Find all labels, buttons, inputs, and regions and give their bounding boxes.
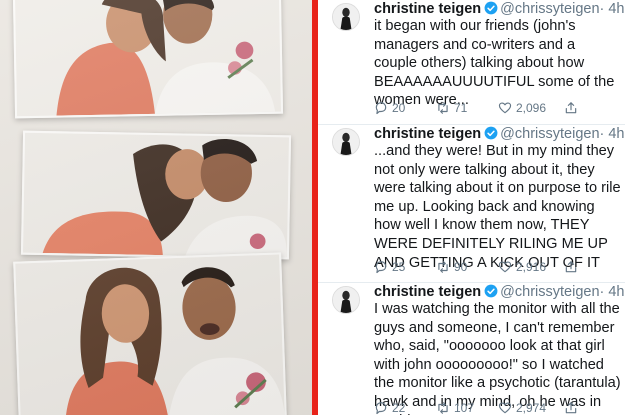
tweet[interactable]: christine teigen @chrissyteigen· 4h I was… (318, 282, 625, 415)
reply-count: 22 (392, 401, 406, 415)
verified-badge-icon (484, 1, 498, 15)
reply-count: 20 (392, 101, 406, 115)
like-count: 2,916 (516, 260, 547, 274)
like-count: 2,974 (516, 401, 547, 415)
reply-icon (375, 102, 387, 115)
reply-button[interactable]: 25 (374, 260, 405, 274)
author-name[interactable]: christine teigen (374, 1, 481, 17)
share-icon (565, 102, 577, 114)
heart-icon (498, 261, 512, 273)
tweet-thread[interactable]: christine teigen @chrissyteigen· 4h it be… (318, 0, 625, 415)
retweet-count: 71 (454, 101, 468, 115)
verified-badge-icon (484, 284, 498, 298)
retweet-icon (438, 261, 448, 273)
photo-frame-2 (20, 130, 292, 260)
heart-icon (498, 102, 512, 114)
tweet-header: christine teigen @chrissyteigen· 4h (374, 0, 625, 18)
tweet-time[interactable]: · 4h (600, 126, 625, 142)
author-handle[interactable]: @chrissyteigen (500, 284, 599, 300)
tweet-text: it began with our friends (john's manage… (374, 18, 615, 109)
photo-frame-1 (12, 0, 284, 119)
reply-count: 25 (392, 260, 406, 274)
tweet-header: christine teigen @chrissyteigen· 4h (374, 283, 625, 301)
retweet-count: 107 (454, 401, 475, 415)
avatar[interactable] (332, 286, 360, 314)
retweet-icon (438, 102, 448, 114)
tweet-time[interactable]: · 4h (600, 284, 625, 300)
verified-badge-icon (484, 126, 498, 140)
share-button[interactable] (564, 101, 578, 115)
heart-icon (498, 402, 512, 414)
like-button[interactable]: 2,916 (498, 260, 546, 274)
reply-button[interactable]: 22 (374, 401, 405, 415)
retweet-button[interactable]: 107 (436, 401, 474, 415)
share-button[interactable] (564, 401, 578, 415)
retweet-button[interactable]: 90 (436, 260, 467, 274)
share-icon (565, 261, 577, 273)
reply-icon (375, 402, 387, 415)
tweet-text: ...and they were! But in my mind they no… (374, 143, 621, 271)
retweet-button[interactable]: 71 (436, 101, 467, 115)
tweet[interactable]: christine teigen @chrissyteigen· 4h ...an… (318, 124, 625, 274)
like-count: 2,096 (516, 101, 547, 115)
tweet-header: christine teigen @chrissyteigen· 4h (374, 125, 625, 143)
retweet-count: 90 (454, 260, 468, 274)
tweet-time[interactable]: · 4h (600, 1, 625, 17)
tweet-actions: 20 71 2,096 (374, 101, 614, 117)
photo-frame-3 (13, 252, 287, 415)
like-button[interactable]: 2,974 (498, 401, 546, 415)
retweet-icon (438, 402, 448, 414)
tweet-actions: 25 90 2,916 (374, 260, 614, 276)
share-icon (565, 402, 577, 414)
avatar[interactable] (332, 3, 360, 31)
photo-booth-image (0, 0, 312, 415)
avatar[interactable] (332, 128, 360, 156)
tweet-text: I was watching the monitor with all the … (374, 301, 621, 415)
reply-icon (375, 261, 387, 274)
author-handle[interactable]: @chrissyteigen (500, 126, 599, 142)
like-button[interactable]: 2,096 (498, 101, 546, 115)
reply-button[interactable]: 20 (374, 101, 405, 115)
tweet-actions: 22 107 2,974 (374, 401, 614, 415)
author-handle[interactable]: @chrissyteigen (500, 1, 599, 17)
author-name[interactable]: christine teigen (374, 126, 481, 142)
share-button[interactable] (564, 260, 578, 274)
author-name[interactable]: christine teigen (374, 284, 481, 300)
